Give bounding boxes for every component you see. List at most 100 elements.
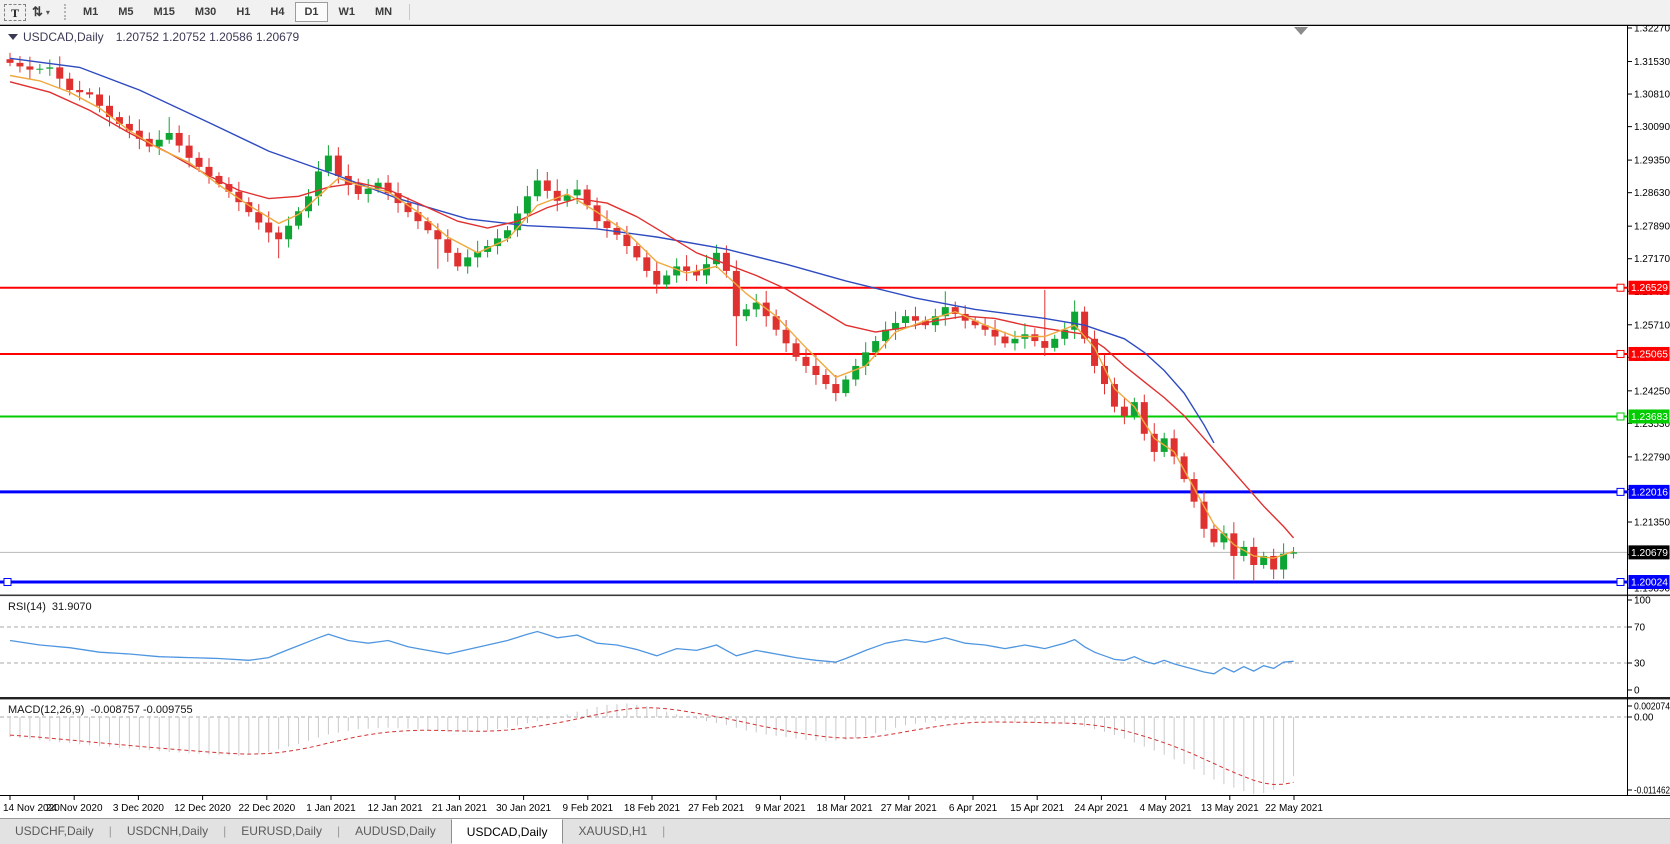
timeframe-button-w1[interactable]: W1 xyxy=(330,2,365,22)
toolbar-grip xyxy=(63,4,66,20)
candle-body xyxy=(185,145,193,158)
toolbar-separator xyxy=(409,4,411,20)
chart-title: USDCAD,Daily 1.20752 1.20752 1.20586 1.20… xyxy=(23,30,300,44)
candle-body xyxy=(275,232,283,240)
candle-body xyxy=(1031,334,1039,342)
candle-body xyxy=(66,78,74,90)
candle-body xyxy=(86,92,94,95)
candle-body xyxy=(643,257,651,271)
timeframe-button-m1[interactable]: M1 xyxy=(74,2,107,22)
timeframe-button-h4[interactable]: H4 xyxy=(261,2,293,22)
candle-body xyxy=(195,157,203,167)
candle-body xyxy=(155,139,163,147)
candle-body xyxy=(175,132,183,146)
hline-handle-right[interactable] xyxy=(1616,349,1625,358)
candle-body xyxy=(623,234,631,247)
candle-body xyxy=(663,275,671,285)
candle-body xyxy=(603,221,611,228)
candle-body xyxy=(872,341,880,353)
hline-handle-right[interactable] xyxy=(1616,487,1625,496)
time-axis-area[interactable] xyxy=(0,796,1627,818)
candle-body xyxy=(832,384,840,394)
candle-body xyxy=(16,62,24,67)
candle-body xyxy=(732,270,740,317)
timeframe-button-h1[interactable]: H1 xyxy=(227,2,259,22)
candle-body xyxy=(96,94,104,106)
candle-body xyxy=(285,225,293,240)
candle-body xyxy=(76,89,84,93)
candle-body xyxy=(36,68,44,70)
candle-body xyxy=(364,188,372,195)
cursor-arrows-icon: ⇅ xyxy=(32,4,43,19)
candle-body xyxy=(1170,438,1178,457)
candle-body xyxy=(712,252,720,265)
timeframe-button-d1[interactable]: D1 xyxy=(295,2,328,22)
tab-usdchf-daily[interactable]: USDCHF,Daily xyxy=(0,819,109,844)
candle-body xyxy=(255,212,263,223)
macd-label: MACD(12,26,9) -0.008757 -0.009755 xyxy=(8,704,193,716)
candle-body xyxy=(295,211,303,226)
cursor-tools-button[interactable]: ⇅ ▾ xyxy=(32,4,50,20)
candle-body xyxy=(543,180,551,191)
candle-body xyxy=(1150,433,1158,452)
top-toolbar: T ⇅ ▾ M1 M5 M15 M30 H1 H4 D1 W1 MN xyxy=(0,0,1670,25)
candle-body xyxy=(444,239,452,253)
candle-body xyxy=(822,374,830,385)
timeframe-button-m5[interactable]: M5 xyxy=(109,2,142,22)
text-tool-button[interactable]: T xyxy=(4,3,27,21)
candle-body xyxy=(911,316,919,321)
candle-body xyxy=(464,257,472,267)
candle-body xyxy=(842,379,850,394)
candle-body xyxy=(792,343,800,357)
tab-xauusd-h1[interactable]: XAUUSD,H1 xyxy=(563,819,662,844)
candle-body xyxy=(265,222,273,233)
candle-body xyxy=(812,365,820,375)
candle-body xyxy=(742,309,750,317)
tab-audusd-daily[interactable]: AUDUSD,Daily xyxy=(340,819,451,844)
candle-body xyxy=(26,66,34,70)
timeframe-button-mn[interactable]: MN xyxy=(366,2,401,22)
candle-body xyxy=(6,59,14,63)
candle-body xyxy=(56,67,64,79)
candle-body xyxy=(633,246,641,258)
tab-usdcnh-daily[interactable]: USDCNH,Daily xyxy=(112,819,223,844)
tab-eurusd-daily[interactable]: EURUSD,Daily xyxy=(226,819,337,844)
candle-body xyxy=(324,155,332,172)
candle-body xyxy=(782,329,790,344)
chevron-down-icon: ▾ xyxy=(45,7,50,17)
candle-body xyxy=(1120,406,1128,416)
tab-usdcad-daily[interactable]: USDCAD,Daily xyxy=(450,819,564,844)
timeframe-button-m15[interactable]: M15 xyxy=(145,2,184,22)
candle-body xyxy=(573,189,581,196)
timeframe-button-m30[interactable]: M30 xyxy=(186,2,225,22)
rsi-panel-border xyxy=(0,594,1670,597)
candle-body xyxy=(583,189,591,206)
candle-body xyxy=(523,196,531,214)
chart-plot-area[interactable] xyxy=(0,26,1627,595)
chart-canvas[interactable]: 1.322701.315301.308101.300901.293501.286… xyxy=(0,25,1670,818)
candle-body xyxy=(1011,338,1019,344)
hline-handle-left[interactable] xyxy=(3,578,12,587)
candle-body xyxy=(1051,338,1059,348)
macd-panel-border xyxy=(0,697,1670,700)
candle-body xyxy=(454,252,462,267)
candle-body xyxy=(802,356,810,366)
hline-handle-right[interactable] xyxy=(1616,283,1625,292)
candle-body xyxy=(314,171,322,197)
candle-body xyxy=(683,266,691,271)
candle-body xyxy=(653,270,661,285)
candle-body xyxy=(722,252,730,271)
candle-body xyxy=(533,180,541,197)
hline-handle-right[interactable] xyxy=(1616,578,1625,587)
candle-body xyxy=(852,365,860,380)
candle-body xyxy=(1210,528,1218,543)
symbol-tab-bar: USDCHF,Daily | USDCNH,Daily | EURUSD,Daily | A… xyxy=(0,818,1670,844)
candle-body xyxy=(902,316,909,323)
candle-body xyxy=(1041,341,1049,348)
candle-body xyxy=(1001,336,1009,344)
price-axis-area[interactable] xyxy=(1628,25,1670,795)
candle-body xyxy=(991,329,999,337)
candle-body xyxy=(334,155,342,176)
hline-handle-right[interactable] xyxy=(1616,412,1625,421)
candle-body xyxy=(46,67,54,69)
